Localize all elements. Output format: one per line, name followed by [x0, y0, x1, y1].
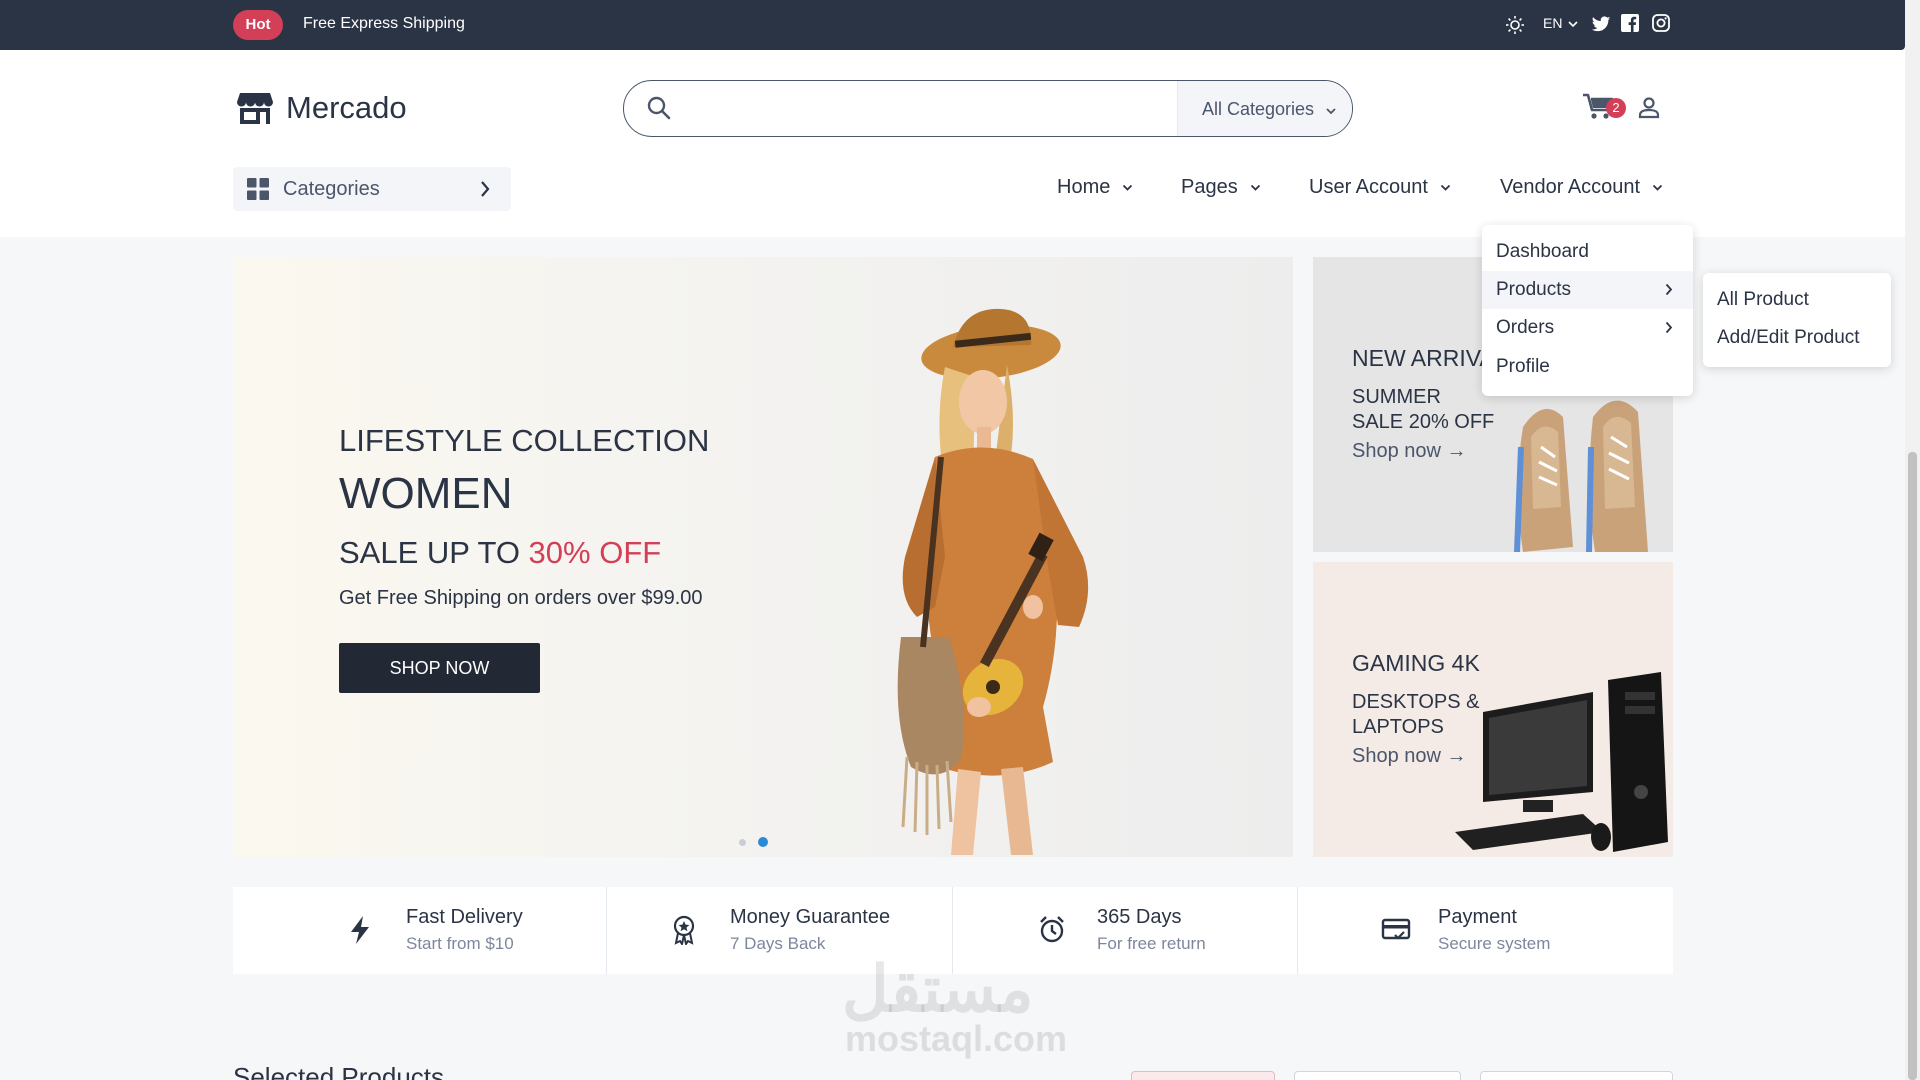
top-bar	[0, 0, 1905, 50]
hero-sale-highlight: 30% OFF	[528, 535, 662, 570]
hero-sale: SALE UP TO 30% OFF	[339, 535, 661, 571]
card-icon	[1381, 917, 1411, 948]
dropdown-item-products[interactable]: Products	[1482, 271, 1693, 309]
banner-1-line1: SUMMER	[1352, 386, 1441, 408]
carousel-dot-1[interactable]	[739, 839, 746, 846]
chevron-down-icon	[1326, 108, 1336, 115]
hero-sale-prefix: SALE UP TO	[339, 535, 529, 570]
sun-icon[interactable]	[1504, 14, 1526, 36]
dropdown-item-products-label: Products	[1496, 279, 1571, 300]
grid-icon	[247, 178, 269, 205]
desktop-computer-image	[1443, 672, 1673, 857]
service-4-sub: Secure system	[1438, 934, 1551, 953]
service-2-title: Money Guarantee	[730, 906, 891, 928]
user-icon[interactable]	[1637, 95, 1661, 124]
section-title: Selected Products	[233, 1062, 445, 1080]
logo-text[interactable]: Mercado	[286, 90, 407, 126]
facebook-icon[interactable]	[1621, 14, 1643, 36]
products-submenu: All Product Add/Edit Product	[1703, 273, 1891, 367]
cart-count-badge: 2	[1606, 98, 1626, 118]
service-2-sub: 7 Days Back	[730, 934, 826, 953]
dropdown-item-profile-label: Profile	[1496, 356, 1550, 377]
language-select[interactable]: EN	[1543, 15, 1578, 31]
nav-vendor-account[interactable]: Vendor Account	[1500, 176, 1663, 199]
chevron-right-icon	[479, 180, 491, 203]
chevron-down-icon	[1250, 184, 1260, 191]
service-1-title: Fast Delivery	[406, 906, 523, 928]
watermark-arabic: مستقل	[842, 953, 1034, 1025]
submenu-item-add-edit-product[interactable]: Add/Edit Product	[1703, 319, 1891, 357]
chevron-down-icon	[1440, 184, 1451, 191]
categories-label: Categories	[283, 178, 380, 200]
submenu-item-all-product[interactable]: All Product	[1703, 281, 1891, 319]
banner-1-line2: SALE 20% OFF	[1352, 411, 1495, 433]
filter-tab-1[interactable]	[1131, 1071, 1275, 1080]
vendor-account-dropdown: Dashboard Products Orders Profile	[1482, 225, 1693, 396]
carousel-dot-2[interactable]	[758, 837, 768, 847]
sneakers-image	[1503, 387, 1673, 552]
hero-subtitle: LIFESTYLE COLLECTION	[339, 423, 710, 458]
filter-tab-2[interactable]	[1294, 1071, 1461, 1080]
shop-now-button[interactable]: SHOP NOW	[339, 643, 540, 693]
nav-pages-label: Pages	[1181, 176, 1238, 198]
hot-badge: Hot	[233, 10, 283, 40]
banner-2-line2: LAPTOPS	[1352, 716, 1444, 738]
chevron-down-icon	[1123, 184, 1133, 191]
dropdown-item-dashboard[interactable]: Dashboard	[1482, 233, 1693, 271]
nav-home[interactable]: Home	[1057, 176, 1133, 199]
instagram-icon[interactable]	[1652, 14, 1674, 36]
service-3-title: 365 Days	[1097, 906, 1182, 928]
badge-icon	[671, 915, 697, 950]
twitter-icon[interactable]	[1591, 14, 1613, 36]
service-3-sub: For free return	[1097, 934, 1206, 953]
search-bar: All Categories	[623, 80, 1353, 137]
scrollbar-thumb[interactable]	[1908, 452, 1917, 1080]
hero-model-image	[883, 307, 1133, 857]
category-select-label: All Categories	[1202, 99, 1315, 119]
dropdown-item-dashboard-label: Dashboard	[1496, 241, 1589, 262]
service-4-title: Payment	[1438, 906, 1517, 928]
watermark-latin: mostaql.com	[845, 1018, 1068, 1059]
banner-gaming[interactable]: GAMING 4K DESKTOPS & LAPTOPS Shop now →	[1313, 562, 1673, 857]
chevron-down-icon	[1652, 184, 1663, 191]
nav-user-account-label: User Account	[1309, 176, 1428, 198]
dropdown-item-orders[interactable]: Orders	[1482, 309, 1693, 347]
chevron-right-icon	[1665, 321, 1673, 334]
search-input[interactable]	[686, 89, 1166, 129]
dropdown-item-orders-label: Orders	[1496, 317, 1555, 338]
category-select[interactable]: All Categories	[1177, 81, 1352, 136]
submenu-item-add-edit-product-label: Add/Edit Product	[1717, 327, 1860, 348]
submenu-item-all-product-label: All Product	[1717, 289, 1809, 310]
categories-button[interactable]: Categories	[233, 167, 511, 211]
service-fast-delivery: Fast Delivery Start from $10	[233, 887, 607, 974]
alarm-icon	[1038, 915, 1066, 950]
hero-title: WOMEN	[339, 469, 513, 518]
nav-pages[interactable]: Pages	[1181, 176, 1261, 199]
hero-shipping-note: Get Free Shipping on orders over $99.00	[339, 587, 703, 609]
nav-home-label: Home	[1057, 176, 1111, 198]
hero-carousel: LIFESTYLE COLLECTION WOMEN SALE UP TO 30…	[233, 257, 1293, 857]
service-payment: Payment Secure system	[1298, 887, 1673, 974]
dropdown-item-profile[interactable]: Profile	[1482, 348, 1693, 386]
promo-message: Free Express Shipping	[303, 15, 465, 32]
store-icon[interactable]	[237, 92, 273, 129]
service-1-sub: Start from $10	[406, 934, 514, 953]
chevron-down-icon	[1568, 21, 1578, 28]
banner-1-shop-link[interactable]: Shop now →	[1352, 440, 1467, 463]
language-label: EN	[1543, 15, 1563, 31]
nav-vendor-account-label: Vendor Account	[1500, 176, 1641, 198]
chevron-right-icon	[1665, 283, 1673, 296]
lightning-icon	[348, 915, 372, 950]
nav-user-account[interactable]: User Account	[1309, 176, 1451, 199]
search-icon	[646, 95, 672, 126]
filter-tab-3[interactable]	[1480, 1071, 1673, 1080]
